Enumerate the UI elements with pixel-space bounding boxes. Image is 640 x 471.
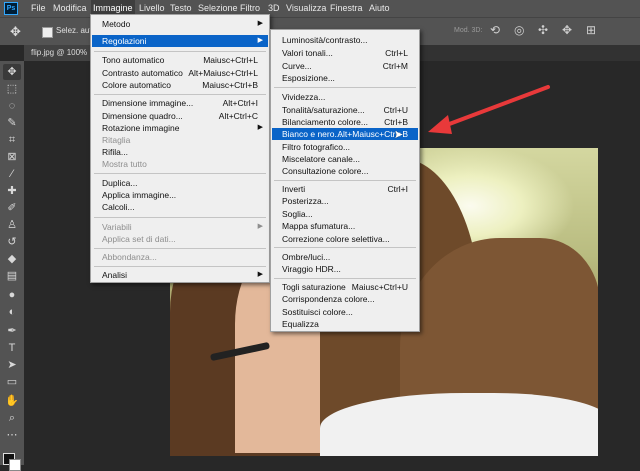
annotation-arrow-icon — [428, 85, 550, 134]
